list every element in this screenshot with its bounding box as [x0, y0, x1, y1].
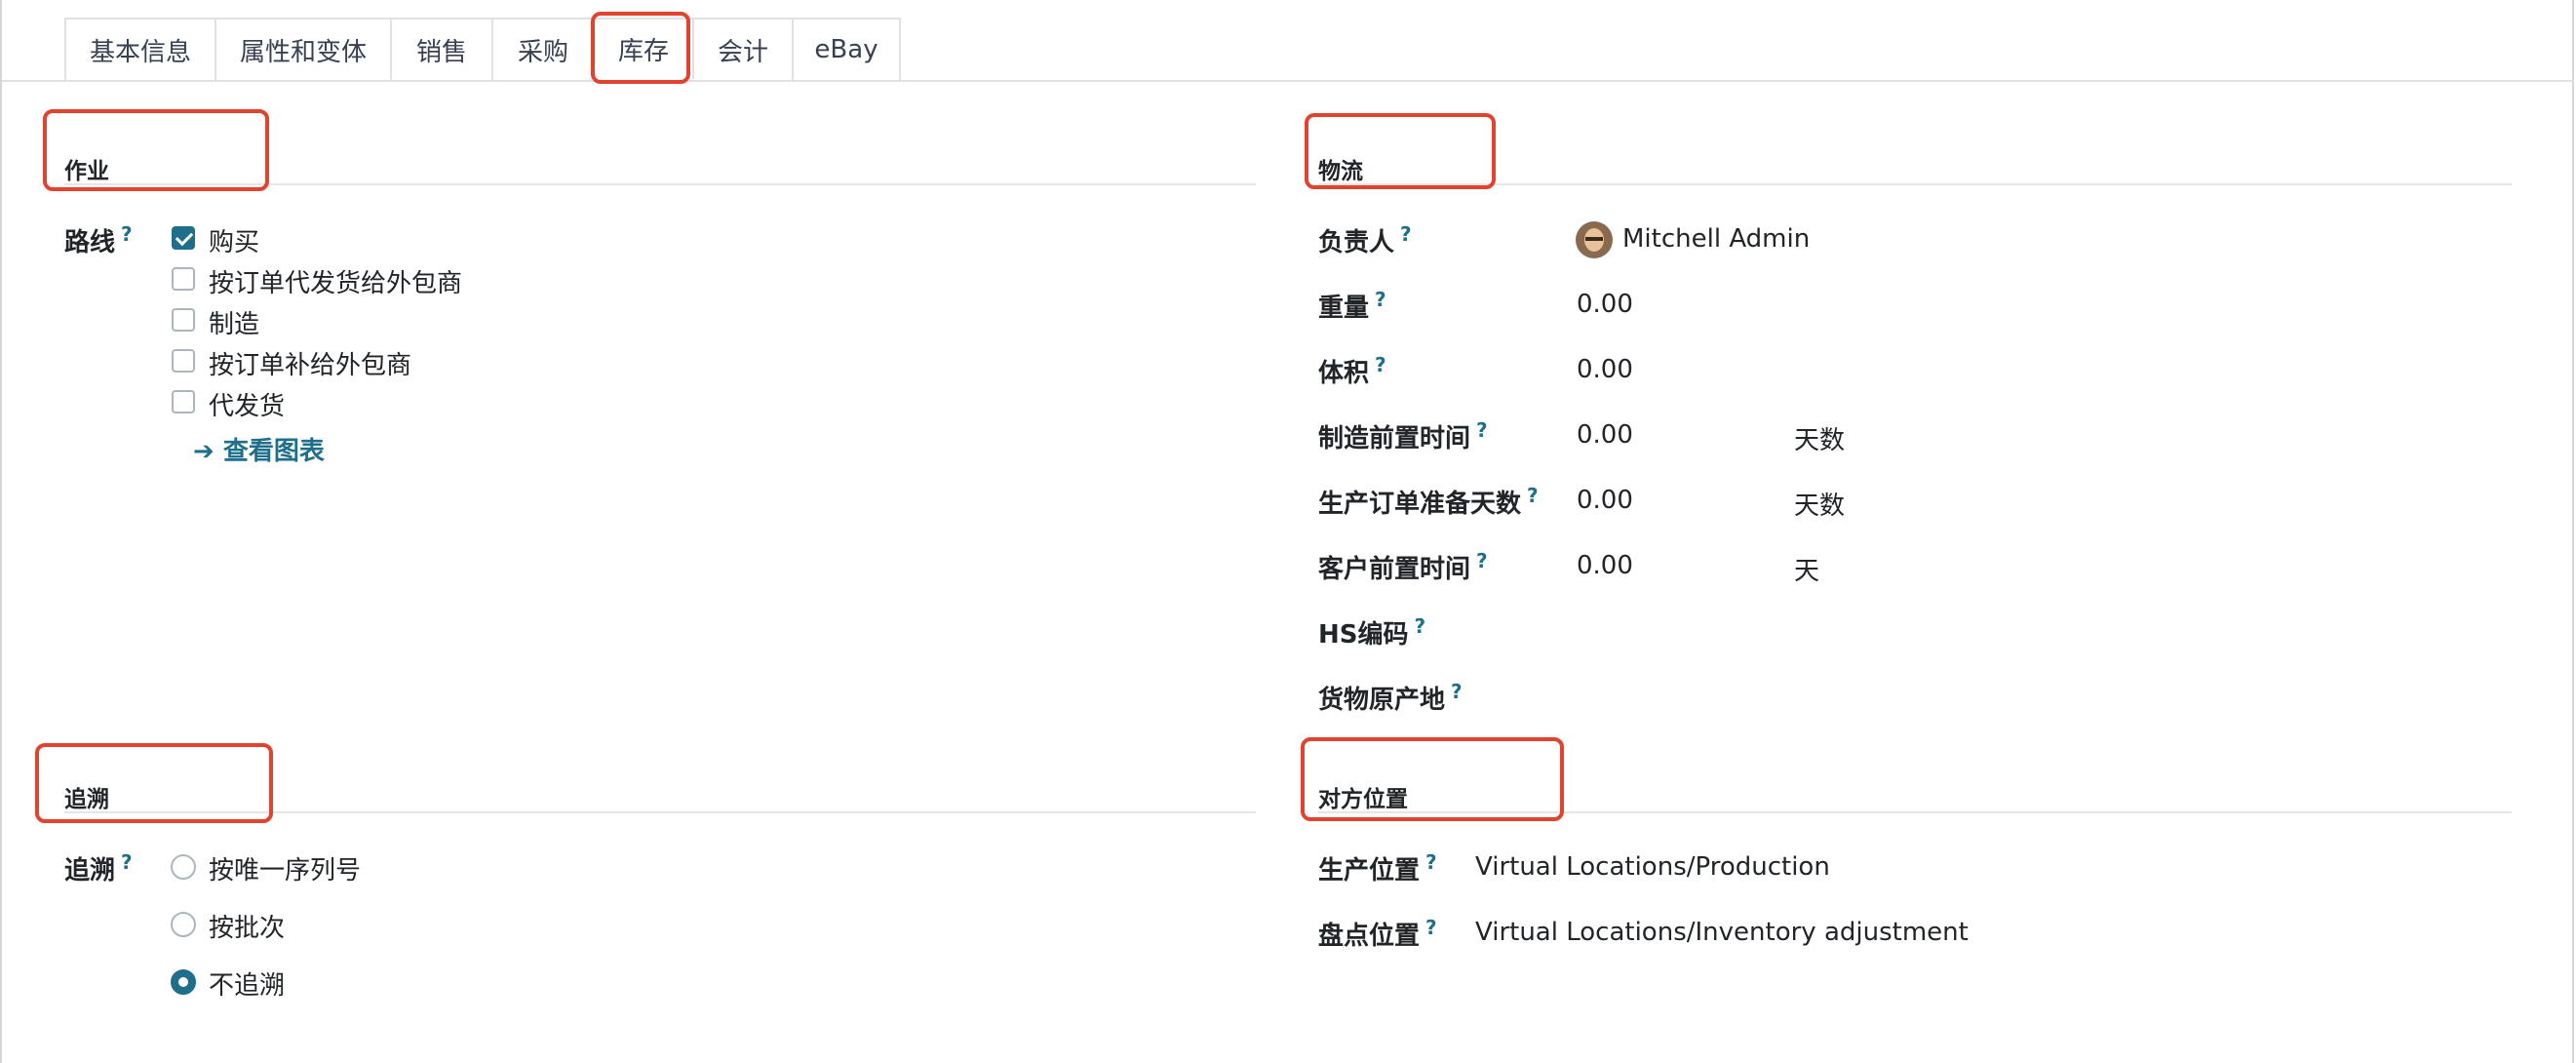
help-icon[interactable]: ? [121, 850, 133, 874]
tracking-lot-radio[interactable] [171, 912, 196, 937]
route-dropship-label: 代发货 [209, 392, 286, 421]
tracking-none-label: 不追溯 [209, 971, 286, 1001]
volume-label: 体积? [1318, 353, 1386, 388]
route-dropship-subcontractor-checkbox[interactable] [172, 267, 195, 291]
arrow-right-icon: ➔ [193, 437, 215, 466]
tab-general-info[interactable]: 基本信息 [64, 18, 216, 80]
tracking-none-radio[interactable] [171, 969, 196, 995]
customer-lead-unit: 天 [1794, 557, 1820, 586]
inventory-location-value[interactable]: Virtual Locations/Inventory adjustment [1475, 918, 1969, 947]
counterpart-separator [1318, 811, 2512, 813]
tab-attributes-variants[interactable]: 属性和变体 [215, 18, 392, 80]
logistics-section-title: 物流 [1318, 159, 1363, 184]
production-location-label: 生产位置? [1318, 850, 1437, 886]
mo-prep-days-value[interactable]: 0.00 [1577, 486, 1633, 515]
help-icon[interactable]: ? [121, 222, 133, 246]
help-icon[interactable]: ? [1476, 418, 1488, 442]
help-icon[interactable]: ? [1375, 353, 1386, 376]
manufacturing-lead-value[interactable]: 0.00 [1577, 420, 1633, 450]
inventory-location-label: 盘点位置? [1318, 916, 1437, 951]
hs-code-label: HS编码? [1318, 614, 1426, 650]
help-icon[interactable]: ? [1527, 484, 1539, 507]
tab-ebay[interactable]: eBay [792, 18, 901, 80]
tab-sales[interactable]: 销售 [390, 18, 493, 80]
route-buy-checkbox[interactable] [172, 226, 195, 250]
help-icon[interactable]: ? [1375, 288, 1386, 311]
user-avatar [1576, 221, 1613, 258]
help-icon[interactable]: ? [1451, 680, 1463, 703]
mo-prep-days-unit: 天数 [1794, 492, 1846, 521]
tracking-serial-radio[interactable] [171, 854, 196, 880]
help-icon[interactable]: ? [1415, 614, 1426, 638]
mo-prep-days-label: 生产订单准备天数? [1318, 484, 1539, 519]
manufacturing-lead-label: 制造前置时间? [1318, 418, 1488, 453]
route-manufacture-checkbox[interactable] [172, 308, 195, 332]
responsible-value[interactable]: Mitchell Admin [1622, 224, 1810, 254]
responsible-label: 负责人? [1318, 222, 1412, 257]
weight-value[interactable]: 0.00 [1577, 290, 1633, 319]
traceability-section-title: 追溯 [64, 787, 109, 812]
route-buy-label: 购买 [209, 228, 260, 257]
origin-of-goods-label: 货物原产地? [1318, 680, 1463, 715]
production-location-value[interactable]: Virtual Locations/Production [1475, 852, 1830, 882]
help-icon[interactable]: ? [1425, 916, 1437, 939]
view-diagram-link[interactable]: ➔ 查看图表 [193, 431, 325, 467]
routes-label: 路线? [64, 222, 133, 257]
tracking-serial-label: 按唯一序列号 [209, 856, 362, 886]
route-dropship-subcontractor-label: 按订单代发货给外包商 [209, 269, 463, 298]
operations-separator [64, 183, 1256, 185]
customer-lead-label: 客户前置时间? [1318, 549, 1488, 584]
counterpart-section-title: 对方位置 [1318, 787, 1408, 812]
notebook-tabs: 基本信息 属性和变体 销售 采购 库存 会计 eBay [64, 18, 901, 80]
traceability-separator [64, 811, 1256, 813]
customer-lead-value[interactable]: 0.00 [1577, 551, 1633, 580]
route-resupply-subcontractor-label: 按订单补给外包商 [209, 351, 412, 380]
tabs-divider [2, 80, 2574, 82]
tab-purchase[interactable]: 采购 [491, 18, 595, 80]
help-icon[interactable]: ? [1425, 850, 1437, 874]
operations-section-title: 作业 [64, 159, 109, 184]
volume-value[interactable]: 0.00 [1577, 355, 1633, 384]
form-frame [0, 0, 2574, 1063]
logistics-separator [1318, 183, 2512, 185]
tracking-lot-label: 按批次 [209, 914, 286, 943]
help-icon[interactable]: ? [1476, 549, 1488, 572]
route-resupply-subcontractor-checkbox[interactable] [172, 349, 195, 373]
tracking-label: 追溯? [64, 850, 133, 886]
manufacturing-lead-unit: 天数 [1794, 426, 1846, 455]
help-icon[interactable]: ? [1400, 222, 1412, 246]
tab-accounting[interactable]: 会计 [692, 18, 794, 80]
weight-label: 重量? [1318, 288, 1386, 323]
route-manufacture-label: 制造 [209, 310, 260, 339]
route-dropship-checkbox[interactable] [172, 390, 195, 413]
tab-inventory[interactable]: 库存 [593, 18, 694, 80]
